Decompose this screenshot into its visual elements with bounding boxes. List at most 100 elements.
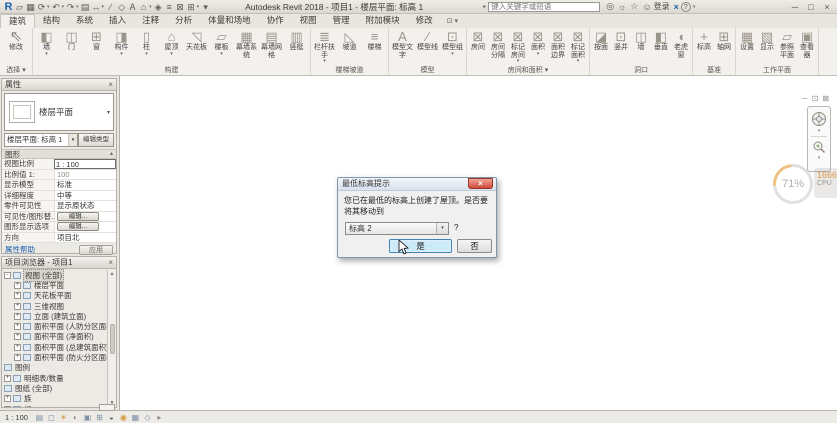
ribbon-display-toggle-icon[interactable]: ⊡ ▾: [447, 15, 458, 28]
model-group-button[interactable]: ⊡ 模型组 ▾: [440, 28, 465, 66]
expander-icon[interactable]: +: [4, 395, 11, 402]
edit-type-button[interactable]: 编辑类型: [78, 133, 114, 147]
dropdown-arrow-icon[interactable]: ▾: [45, 52, 48, 57]
room-separator-button[interactable]: ⊠ 房间分隔 ▾: [488, 28, 508, 66]
dropdown-arrow-icon[interactable]: ▾: [120, 52, 123, 57]
zoom-icon[interactable]: [812, 140, 826, 154]
viewbar-more-icon[interactable]: ▸: [154, 412, 165, 423]
dropdown-arrow-icon[interactable]: ▾: [323, 59, 326, 64]
modify-button[interactable]: ⇖ 修改 ▾: [1, 28, 31, 66]
exchange-apps-icon[interactable]: ×: [674, 2, 679, 12]
panel-title[interactable]: 构建: [34, 66, 309, 75]
panel-title[interactable]: 洞口: [591, 66, 691, 75]
dialog-close-button[interactable]: ×: [468, 178, 493, 189]
level-combo[interactable]: 标高 2 ▾: [345, 222, 449, 235]
opening-by-face-button[interactable]: ◪ 按面 ▾: [591, 28, 611, 66]
close-icon[interactable]: ×: [108, 79, 113, 90]
graphics-section-header[interactable]: 图形 ▴: [2, 149, 116, 159]
chevron-down-icon[interactable]: ▾: [436, 223, 448, 234]
expander-icon[interactable]: +: [14, 303, 21, 310]
show-work-plane-button[interactable]: ▧ 显示 ▾: [757, 28, 777, 66]
tag-room-button[interactable]: ⊠ 标记房间 ▾: [508, 28, 528, 66]
vertical-opening-button[interactable]: ◧ 垂直 ▾: [651, 28, 671, 66]
qat-customize-icon[interactable]: ▾▾: [201, 1, 210, 13]
panel-title[interactable]: 基准: [694, 66, 734, 75]
communication-center-icon[interactable]: ☼: [618, 2, 626, 12]
thin-lines-icon[interactable]: ≡▾: [165, 1, 174, 13]
tag-area-button[interactable]: ⊠ 标记面积 ▾: [568, 28, 588, 66]
browser-item-sheets[interactable]: 图纸 (全部): [4, 383, 116, 393]
properties-help-link[interactable]: 属性帮助: [5, 244, 35, 255]
project-browser-header[interactable]: 项目浏览器 - 项目1 ×: [2, 257, 116, 269]
search-input[interactable]: [488, 2, 600, 12]
model-line-button[interactable]: ∕ 模型线 ▾: [415, 28, 440, 66]
edit-button[interactable]: 编辑...: [57, 222, 99, 231]
close-button[interactable]: ×: [820, 2, 834, 12]
close-inactive-windows-icon[interactable]: ⊠▾: [176, 1, 185, 13]
panel-title[interactable]: 选择 ▾: [1, 66, 31, 75]
area-boundary-button[interactable]: ⊠ 面积边界 ▾: [548, 28, 568, 66]
ceiling-button[interactable]: ◹ 天花板 ▾: [184, 28, 209, 66]
expander-icon[interactable]: +: [4, 406, 11, 408]
set-work-plane-button[interactable]: ▦ 设置 ▾: [737, 28, 757, 66]
dropdown-arrow-icon[interactable]: ▾: [537, 52, 540, 57]
default-3d-view-icon[interactable]: ⌂▾: [139, 1, 152, 13]
search-icon[interactable]: ◎: [606, 1, 614, 12]
panel-title[interactable]: 模型: [390, 66, 465, 75]
show-constraints-icon[interactable]: ◇: [142, 412, 153, 423]
tab-modify[interactable]: 修改: [408, 14, 441, 27]
redo-icon[interactable]: ↷▾: [66, 1, 79, 13]
view-restore-icon[interactable]: ⊡: [812, 94, 819, 103]
tab-systems[interactable]: 系统: [68, 14, 101, 27]
grid-button[interactable]: ⊞ 轴网 ▾: [714, 28, 734, 66]
expander-icon[interactable]: +: [14, 313, 21, 320]
browser-scrollbar[interactable]: ▲ ▼: [107, 270, 116, 407]
undo-icon[interactable]: ↶▾: [52, 1, 65, 13]
no-button[interactable]: 否: [457, 239, 492, 253]
expander-icon[interactable]: +: [14, 282, 21, 289]
panel-title[interactable]: 工作平面: [737, 66, 817, 75]
dropdown-arrow-icon[interactable]: ▾: [577, 59, 580, 64]
panel-title[interactable]: 房间和面积 ▾: [468, 66, 588, 75]
scroll-up-icon[interactable]: ▲: [110, 271, 115, 277]
sun-path-icon[interactable]: ☀: [58, 412, 69, 423]
open-icon[interactable]: ▱▾: [15, 1, 24, 13]
show-crop-region-icon[interactable]: ⊞: [94, 412, 105, 423]
tag-icon[interactable]: ◇▾: [117, 1, 126, 13]
browser-item-elevations[interactable]: + 立面 (建筑立面): [4, 311, 116, 321]
area-button[interactable]: ⊠ 面积 ▾: [528, 28, 548, 66]
print-icon[interactable]: ▤▾: [81, 1, 90, 13]
dormer-opening-button[interactable]: ◖ 老虎窗 ▾: [671, 28, 691, 66]
level-button[interactable]: + 标高 ▾: [694, 28, 714, 66]
minimize-button[interactable]: ─: [788, 2, 802, 12]
expander-icon[interactable]: -: [4, 272, 11, 279]
expander-icon[interactable]: +: [4, 375, 11, 382]
browser-item-legends[interactable]: 图例: [4, 363, 116, 373]
full-navigation-wheel-icon[interactable]: [811, 111, 827, 127]
browser-item-views[interactable]: - 视图 (全部): [4, 270, 116, 280]
curtain-system-button[interactable]: ▦ 幕墙系统 ▾: [234, 28, 259, 66]
help-icon[interactable]: ?: [681, 2, 691, 12]
temporary-hide-isolate-icon[interactable]: ◒: [106, 412, 117, 423]
tab-analyze[interactable]: 分析: [167, 14, 200, 27]
sync-with-central-icon[interactable]: ⟳▾: [37, 1, 50, 13]
ref-plane-button[interactable]: ▱ 参照平面 ▾: [777, 28, 797, 66]
section-icon[interactable]: ◈▾: [154, 1, 163, 13]
room-button[interactable]: ⊠ 房间 ▾: [468, 28, 488, 66]
browser-item-ceiling-plans[interactable]: + 天花板平面: [4, 291, 116, 301]
dropdown-arrow-icon[interactable]: ▾: [220, 52, 223, 57]
column-button[interactable]: ▯ 柱 ▾: [134, 28, 159, 66]
browser-scroll-end[interactable]: [99, 404, 115, 411]
dropdown-arrow-icon[interactable]: ▾: [170, 52, 173, 57]
dropdown-arrow-icon[interactable]: ▾: [145, 52, 148, 57]
browser-item-area-plan-fire[interactable]: + 面积平面 (防火分区面积): [4, 352, 116, 362]
tab-massing-site[interactable]: 体量和场地: [200, 14, 259, 27]
view-scale-button[interactable]: 1 : 100: [5, 413, 28, 422]
browser-item-floor-plans[interactable]: + 楼层平面: [4, 280, 116, 290]
component-button[interactable]: ◨ 构件 ▾: [109, 28, 134, 66]
ramp-button[interactable]: ◺ 坡道 ▾: [337, 28, 362, 66]
tab-insert[interactable]: 插入: [101, 14, 134, 27]
tab-addins[interactable]: 附加模块: [358, 14, 408, 27]
roof-button[interactable]: ⌂ 屋顶 ▾: [159, 28, 184, 66]
browser-item-area-plan-renfang[interactable]: + 面积平面 (人防分区面积): [4, 321, 116, 331]
